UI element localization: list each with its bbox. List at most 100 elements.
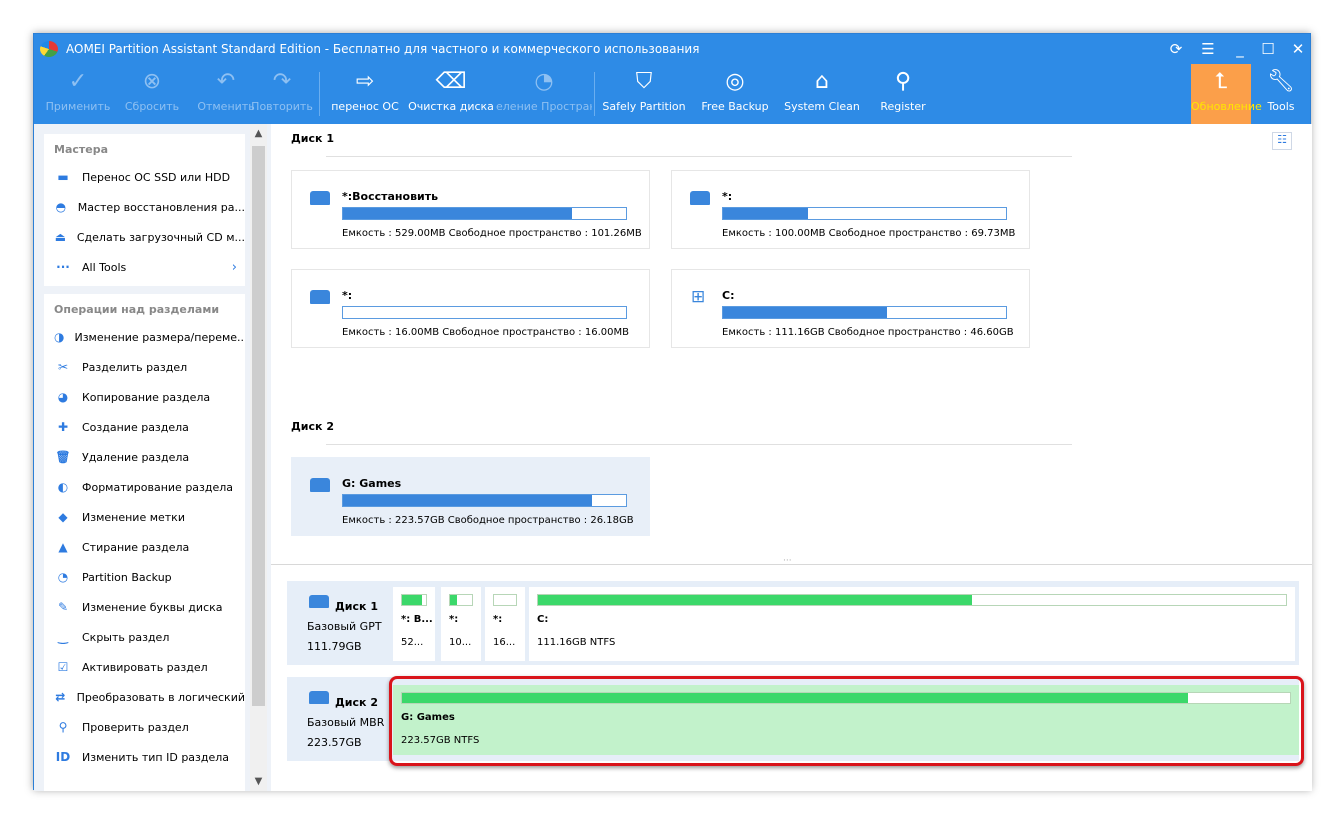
migrate-os-button[interactable]: ⇨ перенос ОС bbox=[326, 64, 404, 124]
operation-item[interactable]: ◆ Изменение метки bbox=[44, 502, 245, 532]
operation-item[interactable]: ‿ Скрыть раздел bbox=[44, 622, 245, 652]
partition-block[interactable]: C: 111.16GB NTFS bbox=[529, 587, 1295, 661]
usage-fill bbox=[538, 595, 972, 605]
partition-name: C: bbox=[537, 614, 549, 625]
view-toggle-icon[interactable]: ☷ bbox=[1272, 132, 1292, 150]
usage-fill bbox=[343, 208, 573, 219]
partition-size: 16... bbox=[493, 637, 516, 648]
backup-icon: ◎ bbox=[725, 69, 745, 94]
partition-name: *: bbox=[342, 289, 353, 302]
partition-name: *: bbox=[493, 614, 503, 625]
register-button[interactable]: ⚲ Register bbox=[870, 64, 936, 124]
partition-name: *: bbox=[722, 190, 733, 203]
item-label: Изменение размера/переме... bbox=[74, 330, 245, 344]
system-clean-button[interactable]: ⌂ System Clean bbox=[782, 64, 862, 124]
item-label: Изменить тип ID раздела bbox=[82, 750, 230, 764]
operation-icon: ◕ bbox=[57, 390, 69, 404]
usage-fill bbox=[723, 307, 888, 318]
divider bbox=[326, 444, 1072, 445]
discard-icon: ⊗ bbox=[142, 69, 162, 94]
free-backup-label: Free Backup bbox=[701, 100, 769, 113]
partition-card[interactable]: G: Games Емкость : 223.57GB Свободное пр… bbox=[291, 457, 650, 536]
operation-icon: ◆ bbox=[58, 510, 68, 524]
migrate-os-icon: ⇨ bbox=[355, 69, 375, 94]
safely-partition-button[interactable]: ⛉ Safely Partition bbox=[602, 64, 686, 124]
operations-title: Операции над разделами bbox=[54, 303, 220, 316]
item-label: All Tools bbox=[82, 260, 127, 274]
minimize-button[interactable]: _ bbox=[1228, 38, 1252, 60]
wizard-migrate-os[interactable]: ▬ Перенос ОС SSD или HDD bbox=[44, 162, 245, 192]
disk-wipe-button[interactable]: ⌫ Очистка диска bbox=[408, 64, 494, 124]
disk-row[interactable]: Диск 1 Базовый GPT 111.79GB *: В... 52... … bbox=[287, 581, 1299, 665]
register-label: Register bbox=[880, 100, 926, 113]
item-label: Активировать раздел bbox=[82, 660, 208, 674]
operation-icon: ☑ bbox=[57, 660, 69, 674]
wizard-all-tools[interactable]: ··· All Tools › bbox=[44, 252, 245, 282]
chevron-right-icon: › bbox=[231, 259, 237, 275]
partition-card[interactable]: *: Емкость : 100.00MB Свободное простран… bbox=[671, 170, 1030, 249]
space-allocate-button[interactable]: ◔ еление Пространс bbox=[496, 64, 592, 124]
usage-bar bbox=[493, 594, 517, 606]
usage-bar bbox=[401, 594, 427, 606]
partition-info: Емкость : 111.16GB Свободное пространств… bbox=[722, 327, 1014, 338]
separator bbox=[594, 72, 595, 116]
tools-button[interactable]: 🔧︎ Tools bbox=[1254, 64, 1308, 124]
upgrade-label: Обновление bbox=[1191, 100, 1262, 113]
bootable-icon: ⏏ bbox=[54, 230, 67, 244]
close-button[interactable]: ✕ bbox=[1286, 38, 1310, 60]
operation-item[interactable]: ✂ Разделить раздел bbox=[44, 352, 245, 382]
redo-button[interactable]: ↷ Повторить bbox=[246, 64, 318, 124]
usage-bar bbox=[449, 594, 473, 606]
apply-button[interactable]: ✓ Применить bbox=[42, 64, 114, 124]
disk-icon bbox=[310, 290, 330, 304]
scrollbar-thumb[interactable] bbox=[252, 146, 265, 706]
partition-card[interactable]: *: Емкость : 16.00MB Свободное пространс… bbox=[291, 269, 650, 348]
redo-label: Повторить bbox=[251, 100, 313, 113]
operation-item[interactable]: ◐ Форматирование раздела bbox=[44, 472, 245, 502]
wizard-partition-recovery[interactable]: ◓ Мастер восстановления ра... bbox=[44, 192, 245, 222]
operation-item[interactable]: ☑ Активировать раздел bbox=[44, 652, 245, 682]
sidebar-scrollbar[interactable]: ▲ ▼ bbox=[250, 124, 267, 791]
partition-card[interactable]: *:Восстановить Емкость : 529.00MB Свобод… bbox=[291, 170, 650, 249]
operation-icon: ⇄ bbox=[55, 690, 66, 704]
usage-bar bbox=[722, 306, 1007, 319]
operation-icon: ◔ bbox=[57, 570, 69, 584]
partition-view: ☷ Диск 1 Диск 2 *:Восстановить Емкость :… bbox=[271, 124, 1312, 566]
partition-block[interactable]: *: В... 52... bbox=[393, 587, 435, 661]
menu-icon[interactable]: ☰ bbox=[1196, 38, 1220, 60]
free-backup-button[interactable]: ◎ Free Backup bbox=[696, 64, 774, 124]
maximize-button[interactable]: ☐ bbox=[1256, 38, 1280, 60]
item-label: Стирание раздела bbox=[82, 540, 190, 554]
operation-item[interactable]: ⇄ Преобразовать в логический bbox=[44, 682, 245, 712]
usage-fill bbox=[450, 595, 457, 605]
operation-item[interactable]: ◕ Копирование раздела bbox=[44, 382, 245, 412]
partition-block[interactable]: *: 16... bbox=[485, 587, 525, 661]
operation-item[interactable]: ▲ Стирание раздела bbox=[44, 532, 245, 562]
partition-info: Емкость : 223.57GB Свободное пространств… bbox=[342, 515, 634, 526]
wizard-bootable-cd[interactable]: ⏏ Сделать загрузочный CD м... bbox=[44, 222, 245, 252]
item-label: Создание раздела bbox=[82, 420, 189, 434]
operation-item[interactable]: ⚲ Проверить раздел bbox=[44, 712, 245, 742]
disk-icon bbox=[690, 191, 710, 205]
discard-button[interactable]: ⊗ Сбросить bbox=[116, 64, 188, 124]
operation-item[interactable]: ✎ Изменение буквы диска bbox=[44, 592, 245, 622]
scroll-down-icon[interactable]: ▼ bbox=[250, 776, 267, 787]
operation-item[interactable]: ◔ Partition Backup bbox=[44, 562, 245, 592]
tools-label: Tools bbox=[1267, 100, 1295, 113]
operation-item[interactable]: 🗑︎ Удаление раздела bbox=[44, 442, 245, 472]
operation-item[interactable]: ◑ Изменение размера/переме... bbox=[44, 322, 245, 352]
partition-block[interactable]: *: 10... bbox=[441, 587, 481, 661]
disk-icon bbox=[310, 191, 330, 205]
title-bar: AOMEI Partition Assistant Standard Editi… bbox=[34, 34, 1310, 64]
upgrade-button[interactable]: ⮤ Обновление bbox=[1191, 64, 1262, 124]
system-clean-label: System Clean bbox=[784, 100, 860, 113]
scroll-up-icon[interactable]: ▲ bbox=[250, 128, 267, 139]
operation-icon: ◑ bbox=[54, 330, 65, 344]
operation-icon: ✂ bbox=[57, 360, 69, 374]
partition-card[interactable]: ⊞ C: Емкость : 111.16GB Свободное простр… bbox=[671, 269, 1030, 348]
refresh-icon[interactable]: ⟳ bbox=[1164, 38, 1188, 60]
operation-item[interactable]: ID Изменить тип ID раздела bbox=[44, 742, 245, 772]
item-label: Проверить раздел bbox=[82, 720, 189, 734]
operation-item[interactable]: ✚ Создание раздела bbox=[44, 412, 245, 442]
partition-info: Емкость : 100.00MB Свободное пространств… bbox=[722, 228, 1016, 239]
